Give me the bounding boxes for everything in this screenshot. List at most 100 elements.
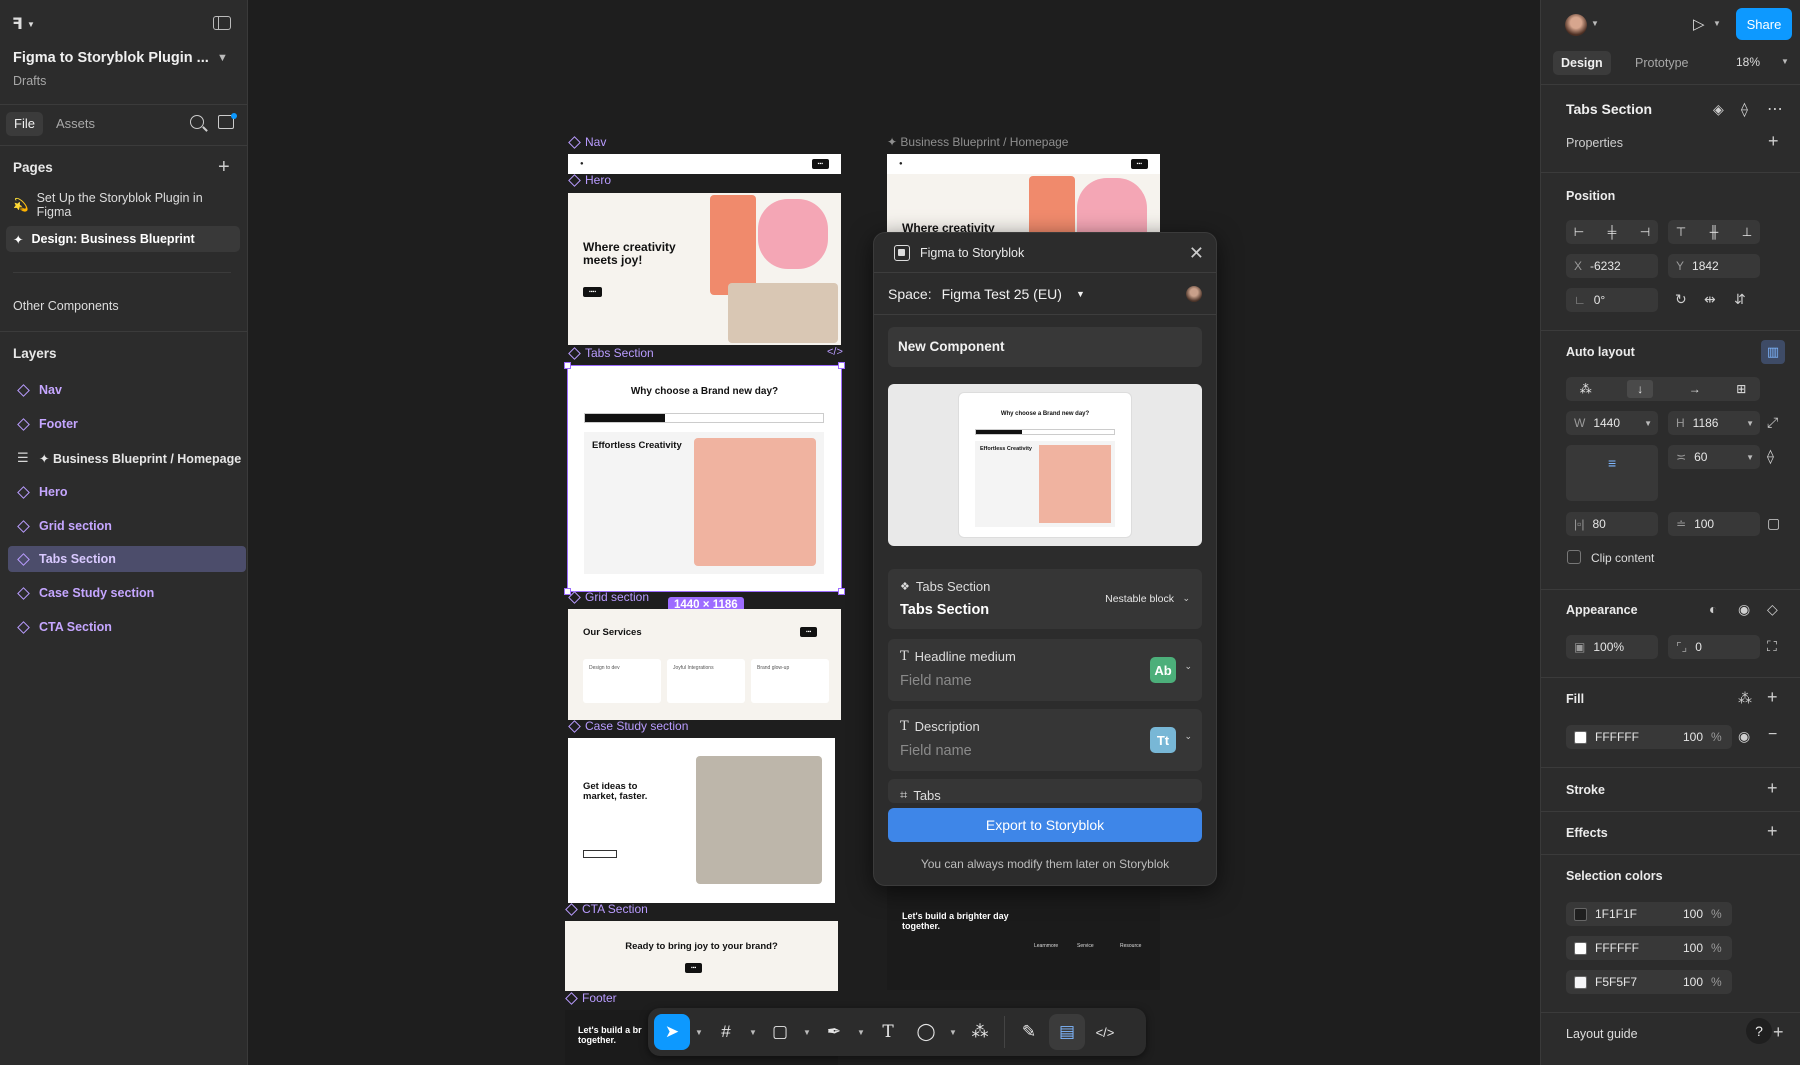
frame-grid-section[interactable]: Our Services ▪▪▪ Design to dev Joyful In… <box>568 609 841 720</box>
avatar[interactable] <box>1186 286 1202 302</box>
color-opacity[interactable]: 100 <box>1683 941 1703 955</box>
draw-mode-icon[interactable]: ✎ <box>1011 1014 1047 1050</box>
chevron-down-icon[interactable]: ▼ <box>746 1028 760 1037</box>
tab-prototype[interactable]: Prototype <box>1627 51 1697 75</box>
align-left-icon[interactable]: ⊢ <box>1574 225 1584 239</box>
page-item-other[interactable]: Other Components <box>6 293 240 319</box>
field-card-description[interactable]: T Description Field name Tt ⌄ <box>888 709 1202 771</box>
zoom-level[interactable]: 18% <box>1736 55 1760 69</box>
layout-settings-icon[interactable]: ⟠ <box>1767 448 1774 465</box>
color-opacity[interactable]: 100 <box>1683 907 1703 921</box>
frame-blueprint-homepage[interactable]: ● ▪▪▪ Where creativity <box>887 154 1160 240</box>
color-swatch[interactable] <box>1574 907 1587 921</box>
chevron-down-icon[interactable]: ⌄ <box>1182 593 1190 604</box>
resize-icon[interactable]: ⤢ <box>1767 414 1778 431</box>
layer-grid-section[interactable]: Grid section <box>8 513 246 539</box>
tab-design[interactable]: Design <box>1553 51 1611 75</box>
chevron-down-icon[interactable]: ⌄ <box>1184 661 1192 672</box>
color-swatch[interactable] <box>1574 975 1587 989</box>
color-hex[interactable]: 1F1F1F <box>1595 907 1675 921</box>
close-icon[interactable]: ✕ <box>1189 243 1204 264</box>
avatar[interactable] <box>1565 14 1587 36</box>
selection-box[interactable] <box>567 365 842 592</box>
frame-label-hero[interactable]: Hero <box>568 173 611 187</box>
layer-blueprint-homepage[interactable]: ☰ ✦ Business Blueprint / Homepage <box>8 445 246 471</box>
export-button[interactable]: Export to Storyblok <box>888 808 1202 842</box>
file-location[interactable]: Drafts <box>13 74 46 88</box>
frame-label-footer[interactable]: Footer <box>565 991 617 1005</box>
page-item-setup[interactable]: 💫 Set Up the Storyblok Plugin in Figma <box>6 191 240 219</box>
component-icon[interactable]: ◈ <box>1713 101 1724 118</box>
vertical-padding-input[interactable]: ≐ 100 <box>1668 512 1760 536</box>
space-selector[interactable]: Space: Figma Test 25 (EU) ▼ <box>874 273 1216 315</box>
add-effect-icon[interactable]: + <box>1767 821 1778 842</box>
variant-icon[interactable]: ⟠ <box>1741 101 1748 118</box>
frame-label-case-study[interactable]: Case Study section <box>568 719 688 733</box>
selection-color-row[interactable]: F5F5F7 100 % <box>1566 970 1732 994</box>
field-type-badge[interactable]: Ab <box>1150 657 1176 683</box>
color-hex[interactable]: FFFFFF <box>1595 941 1675 955</box>
chevron-down-icon[interactable]: ▼ <box>1746 453 1754 462</box>
frame-blueprint-footer[interactable]: Let's build a brighter day together. Lea… <box>887 886 1160 990</box>
fill-styles-icon[interactable]: ⁂ <box>1738 690 1752 707</box>
align-horizontal-group[interactable]: ⊢ ╪ ⊣ <box>1566 220 1658 244</box>
field-type-select[interactable]: Nestable block <box>1105 593 1174 605</box>
chevron-down-icon[interactable]: ▼ <box>1746 419 1754 428</box>
align-bottom-icon[interactable]: ⊥ <box>1742 225 1752 239</box>
blend-icon[interactable]: ◇ <box>1767 601 1778 618</box>
frame-hero[interactable]: Where creativity meets joy! ▪▪▪▪ <box>568 193 841 345</box>
color-hex[interactable]: F5F5F7 <box>1595 975 1675 989</box>
clip-content-checkbox[interactable] <box>1567 550 1581 564</box>
resize-handle[interactable] <box>564 362 571 369</box>
align-right-icon[interactable]: ⊣ <box>1640 225 1650 239</box>
add-stroke-icon[interactable]: + <box>1767 778 1778 799</box>
frame-label-blueprint[interactable]: ✦ Business Blueprint / Homepage <box>887 135 1068 149</box>
layer-case-study[interactable]: Case Study section <box>8 580 246 606</box>
frame-label-nav[interactable]: Nav <box>568 135 606 149</box>
help-button[interactable]: ? <box>1746 1018 1772 1044</box>
design-mode-icon[interactable]: ▤ <box>1049 1014 1085 1050</box>
chevron-down-icon[interactable]: ▼ <box>1713 19 1721 28</box>
plugin-header[interactable]: Figma to Storyblok <box>874 233 1216 273</box>
tab-file[interactable]: File <box>6 112 43 136</box>
corner-radius-input[interactable]: ⌜⌟ 0 <box>1668 635 1760 659</box>
text-tool-icon[interactable]: T <box>870 1014 906 1050</box>
gap-input[interactable]: ≍ 60 ▼ <box>1668 445 1760 469</box>
page-item-design[interactable]: ✦ Design: Business Blueprint <box>6 226 240 252</box>
fill-hex[interactable]: FFFFFF <box>1595 730 1675 744</box>
share-button[interactable]: Share <box>1736 8 1792 40</box>
chevron-down-icon[interactable]: ▼ <box>946 1028 960 1037</box>
chevron-down-icon[interactable]: ⌄ <box>1184 731 1192 742</box>
field-type-badge[interactable]: Tt <box>1150 727 1176 753</box>
flip-vertical-icon[interactable]: ⇵ <box>1734 291 1746 308</box>
horizontal-padding-input[interactable]: |▫| 80 <box>1566 512 1658 536</box>
move-tool-icon[interactable]: ➤ <box>654 1014 690 1050</box>
auto-layout-toggle-icon[interactable]: ▥ <box>1761 340 1785 364</box>
rotation-input[interactable]: ∟ 0° <box>1566 288 1658 312</box>
add-property-icon[interactable]: + <box>1768 131 1779 152</box>
eye-icon[interactable]: ◉ <box>1738 728 1750 745</box>
component-name-input[interactable]: New Component <box>888 327 1202 367</box>
dev-mode-icon[interactable]: </> <box>1087 1014 1123 1050</box>
flip-horizontal-icon[interactable]: ⇹ <box>1704 291 1716 308</box>
align-vertical-group[interactable]: ⊤ ╫ ⊥ <box>1668 220 1760 244</box>
add-page-icon[interactable]: + <box>218 157 230 177</box>
height-input[interactable]: H 1186 ▼ <box>1668 411 1760 435</box>
panel-toggle-icon[interactable] <box>213 16 231 30</box>
individual-padding-icon[interactable]: ▢ <box>1767 515 1780 532</box>
add-fill-icon[interactable]: + <box>1767 687 1778 708</box>
chevron-down-icon[interactable]: ▼ <box>800 1028 814 1037</box>
frame-tool-icon[interactable]: # <box>708 1014 744 1050</box>
rectangle-tool-icon[interactable]: ▢ <box>762 1014 798 1050</box>
fill-opacity[interactable]: 100 <box>1683 730 1703 744</box>
remove-fill-icon[interactable]: − <box>1768 726 1777 744</box>
layout-grid-icon[interactable]: ⊞ <box>1736 382 1746 396</box>
main-menu-button[interactable]: ꟻ ▼ <box>12 14 35 34</box>
independent-corners-icon[interactable]: ⛶ <box>1767 638 1777 655</box>
fill-swatch[interactable] <box>1574 730 1587 744</box>
align-middle-icon[interactable]: ╫ <box>1710 225 1719 239</box>
add-layout-guide-icon[interactable]: + <box>1773 1022 1784 1043</box>
layer-cta-section[interactable]: CTA Section <box>8 614 246 640</box>
layer-nav[interactable]: Nav <box>8 377 246 403</box>
comment-tool-icon[interactable]: ◯ <box>908 1014 944 1050</box>
